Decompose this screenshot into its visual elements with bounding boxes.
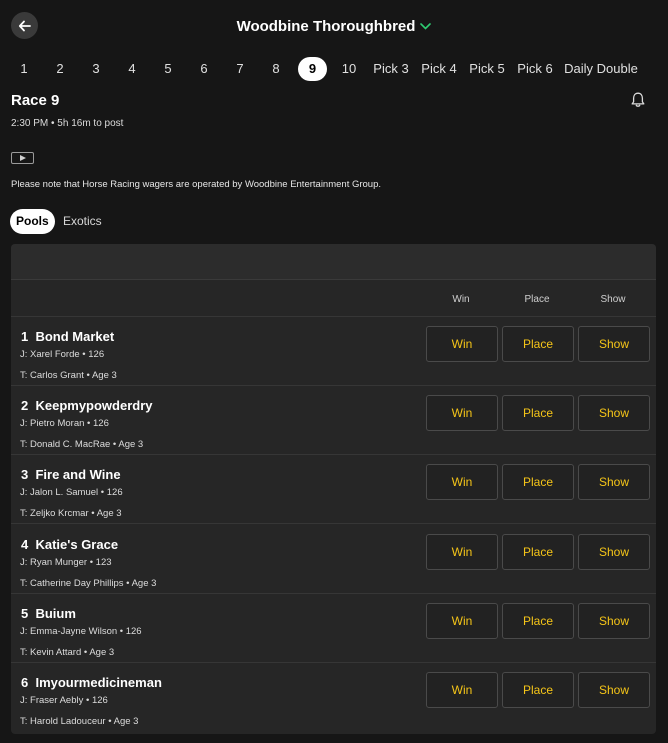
win-button[interactable]: Win	[426, 534, 498, 570]
place-button[interactable]: Place	[502, 534, 574, 570]
race-nav-item-4[interactable]: 4	[122, 57, 142, 81]
win-button[interactable]: Win	[426, 326, 498, 362]
place-button[interactable]: Place	[502, 326, 574, 362]
race-nav-item-daily-double[interactable]: Daily Double	[564, 57, 638, 81]
race-nav-item-5[interactable]: 5	[158, 57, 178, 81]
show-button[interactable]: Show	[578, 534, 650, 570]
runner-trainer: T: Kevin Attard • Age 3	[20, 647, 115, 658]
runner-row: 1 Bond Market J: Xarel Forde • 126 T: Ca…	[11, 317, 656, 386]
runner-jockey: J: Emma-Jayne Wilson • 126	[20, 626, 142, 637]
tab-exotics[interactable]: Exotics	[57, 209, 108, 234]
runner-row: 6 Imyourmedicineman J: Fraser Aebly • 12…	[11, 663, 656, 732]
race-nav-item-pick3[interactable]: Pick 3	[372, 57, 410, 81]
column-header-win: Win	[452, 294, 470, 305]
win-button[interactable]: Win	[426, 672, 498, 708]
runner-trainer: T: Donald C. MacRae • Age 3	[20, 439, 144, 450]
operator-notice: Please note that Horse Racing wagers are…	[11, 179, 382, 190]
runner-name: 3 Fire and Wine	[21, 467, 121, 482]
race-nav-item-2[interactable]: 2	[50, 57, 70, 81]
runner-jockey: J: Xarel Forde • 126	[20, 349, 105, 360]
runner-jockey: J: Jalon L. Samuel • 126	[20, 487, 123, 498]
top-bar: Woodbine Thoroughbred	[0, 0, 668, 52]
runner-name: 6 Imyourmedicineman	[21, 675, 162, 690]
place-button[interactable]: Place	[502, 464, 574, 500]
race-nav-item-7[interactable]: 7	[230, 57, 250, 81]
race-nav-item-3[interactable]: 3	[86, 57, 106, 81]
win-button[interactable]: Win	[426, 464, 498, 500]
runner-jockey: J: Fraser Aebly • 126	[20, 695, 108, 706]
runner-row: 3 Fire and Wine J: Jalon L. Samuel • 126…	[11, 455, 656, 524]
race-nav: 1 2 3 4 5 6 7 8 9 10 Pick 3 Pick 4 Pick …	[0, 57, 668, 81]
post-time: 2:30 PM • 5h 16m to post	[11, 118, 124, 129]
runner-name: 4 Katie's Grace	[21, 537, 119, 552]
chevron-down-icon	[420, 17, 432, 34]
runner-row: 4 Katie's Grace J: Ryan Munger • 123 T: …	[11, 525, 656, 594]
tab-pools[interactable]: Pools	[10, 209, 55, 234]
runner-trainer: T: Harold Ladouceur • Age 3	[20, 716, 139, 727]
race-nav-item-9[interactable]: 9	[298, 57, 327, 81]
video-play-icon[interactable]	[11, 152, 34, 164]
show-button[interactable]: Show	[578, 603, 650, 639]
place-button[interactable]: Place	[502, 395, 574, 431]
runner-trainer: T: Catherine Day Phillips • Age 3	[20, 578, 157, 589]
pools-panel: Win Place Show 1 Bond Market J: Xarel Fo…	[11, 244, 656, 734]
race-nav-item-pick4[interactable]: Pick 4	[420, 57, 458, 81]
column-header-show: Show	[600, 294, 626, 305]
show-button[interactable]: Show	[578, 395, 650, 431]
race-nav-item-pick5[interactable]: Pick 5	[468, 57, 506, 81]
race-title: Race 9	[11, 92, 60, 109]
runner-name: 2 Keepmypowderdry	[21, 398, 153, 413]
race-nav-item-pick6[interactable]: Pick 6	[516, 57, 554, 81]
win-button[interactable]: Win	[426, 603, 498, 639]
runner-name: 1 Bond Market	[21, 329, 115, 344]
runner-jockey: J: Ryan Munger • 123	[20, 557, 112, 568]
runner-trainer: T: Carlos Grant • Age 3	[20, 370, 117, 381]
bell-icon[interactable]	[629, 91, 647, 109]
show-button[interactable]: Show	[578, 464, 650, 500]
runner-row: 5 Buium J: Emma-Jayne Wilson • 126 T: Ke…	[11, 594, 656, 663]
show-button[interactable]: Show	[578, 326, 650, 362]
runner-row: 2 Keepmypowderdry J: Pietro Moran • 126 …	[11, 386, 656, 455]
win-button[interactable]: Win	[426, 395, 498, 431]
runner-name: 5 Buium	[21, 606, 76, 621]
place-button[interactable]: Place	[502, 672, 574, 708]
runner-trainer: T: Zeljko Krcmar • Age 3	[20, 508, 122, 519]
place-button[interactable]: Place	[502, 603, 574, 639]
race-nav-item-6[interactable]: 6	[194, 57, 214, 81]
race-nav-item-10[interactable]: 10	[337, 57, 361, 81]
show-button[interactable]: Show	[578, 672, 650, 708]
track-title: Woodbine Thoroughbred	[236, 18, 416, 35]
track-selector[interactable]: Woodbine Thoroughbred	[0, 18, 668, 36]
race-nav-item-1[interactable]: 1	[14, 57, 34, 81]
column-header-place: Place	[524, 294, 550, 305]
race-nav-item-8[interactable]: 8	[266, 57, 286, 81]
panel-header-bar	[11, 244, 656, 280]
runner-jockey: J: Pietro Moran • 126	[20, 418, 109, 429]
